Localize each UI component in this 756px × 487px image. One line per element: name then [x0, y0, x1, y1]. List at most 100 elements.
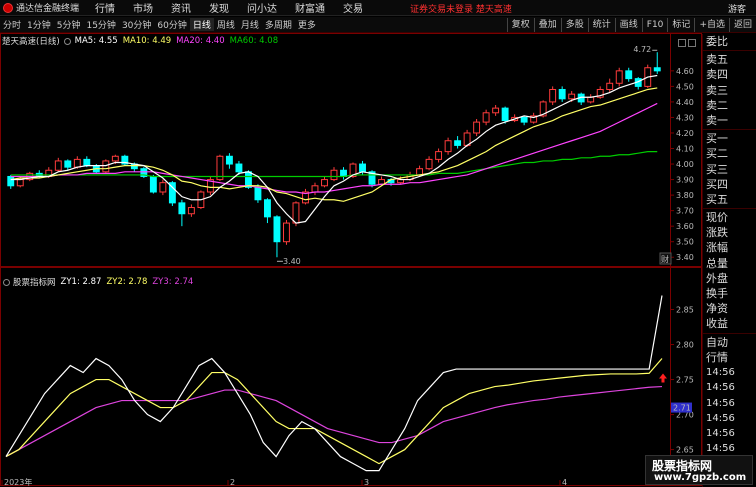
- quote-label-13: 涨幅: [706, 241, 728, 255]
- trade-time-0: 14:56: [706, 366, 735, 378]
- tab-intraday[interactable]: 分时: [0, 18, 24, 31]
- multi-stock-button[interactable]: 多股: [560, 18, 588, 32]
- candle-body: [501, 107, 509, 122]
- tab-more[interactable]: 更多: [295, 18, 319, 31]
- candle-body: [435, 151, 443, 160]
- back-button[interactable]: 返回: [728, 18, 756, 32]
- candle-body: [149, 175, 157, 193]
- candle-body: [64, 160, 72, 168]
- candle-body: [625, 70, 633, 80]
- candle-body: [568, 93, 576, 100]
- ma60-label: MA60: 4.08: [229, 36, 279, 46]
- candle-body: [111, 155, 119, 162]
- candle-body: [264, 199, 271, 218]
- sub-panel-frame: [0, 267, 702, 486]
- right-toolbar: 复权 叠加 多股 统计 画线 F10 标记 +自选 返回: [506, 17, 756, 33]
- candle-body: [16, 179, 24, 187]
- quote-label-19: 自动: [706, 335, 728, 349]
- candle-body: [73, 158, 81, 168]
- indicator-tick-label: 2.65: [676, 446, 694, 455]
- value-marker: 2.71: [673, 404, 691, 413]
- quote-label-12: 涨跌: [706, 226, 728, 240]
- candle-body: [473, 121, 481, 134]
- candle-body: [273, 216, 281, 243]
- quote-label-16: 换手: [706, 287, 728, 300]
- candle-body: [425, 158, 433, 170]
- mark-button[interactable]: 标记: [667, 18, 694, 32]
- candle-body: [187, 207, 195, 215]
- quote-separator: [703, 129, 756, 131]
- menu-wealth[interactable]: 财富通: [295, 0, 325, 15]
- login-alert[interactable]: 证券交易未登录 楚天高速: [410, 2, 512, 15]
- site-watermark: 股票指标网 www.7gpzb.com: [645, 455, 753, 485]
- tab-5min[interactable]: 5分钟: [54, 18, 84, 31]
- candle-body: [283, 222, 290, 243]
- quote-separator: [703, 208, 756, 210]
- menu-market[interactable]: 市场: [133, 0, 153, 15]
- quote-label-6: 买一: [706, 132, 728, 146]
- tab-weekly[interactable]: 周线: [214, 18, 238, 31]
- high-price-label: 4.72: [633, 45, 651, 54]
- quote-label-20: 行情: [706, 350, 728, 364]
- settings-icon[interactable]: [63, 37, 71, 45]
- kline-chart[interactable]: 4.60 4.50 4.40 4.30 4.20 4.10 4.00 3.90 3.80 3.70…: [0, 33, 702, 487]
- app-logo-icon: [3, 2, 13, 13]
- adjust-button[interactable]: 复权: [506, 18, 534, 32]
- guest-label[interactable]: 游客: [728, 2, 746, 15]
- trade-time-3: 14:56: [706, 412, 735, 424]
- quote-label-10: 买五: [706, 192, 728, 206]
- candle-body: [178, 202, 186, 215]
- expand-icon[interactable]: [678, 39, 686, 47]
- tab-30min[interactable]: 30分钟: [119, 18, 154, 31]
- menu-quotes[interactable]: 行情: [95, 0, 115, 15]
- finance-badge: 财: [661, 254, 669, 264]
- add-watchlist-button[interactable]: +自选: [694, 18, 729, 32]
- zy2-line: [5, 358, 663, 465]
- quote-separator: [703, 50, 756, 52]
- candle-body: [520, 116, 528, 123]
- menu-news[interactable]: 资讯: [171, 0, 191, 15]
- indicator-settings-icon[interactable]: [3, 278, 10, 286]
- tab-60min[interactable]: 60分钟: [154, 18, 189, 31]
- date-label: 3: [364, 478, 369, 487]
- price-tick-label: 4.40: [676, 98, 694, 107]
- main-panel-frame: [0, 33, 702, 267]
- quote-label-9: 买四: [706, 177, 728, 191]
- candle-body: [7, 175, 15, 187]
- price-tick-label: 4.30: [676, 113, 694, 122]
- close-icon[interactable]: [688, 39, 696, 47]
- trade-time-4: 14:56: [706, 428, 735, 440]
- f10-button[interactable]: F10: [641, 18, 668, 32]
- tab-multi-period[interactable]: 多周期: [262, 18, 295, 31]
- quote-panel: 委比 卖五 卖四 卖三 卖二 卖一 买一 买二 买三 买四 买五 现价 涨跌 涨幅 总量 外盘 换手 净资 收益 自动…: [702, 34, 756, 487]
- quote-label-3: 卖三: [706, 83, 728, 97]
- candle-body: [606, 82, 614, 90]
- candle-body: [454, 140, 462, 146]
- price-tick-label: 3.80: [676, 191, 694, 200]
- statistics-button[interactable]: 统计: [587, 18, 615, 32]
- candle-body: [292, 202, 300, 224]
- ma10-label: MA10: 4.49: [122, 36, 172, 46]
- zy3-line: [5, 385, 663, 458]
- tab-monthly[interactable]: 月线: [238, 18, 262, 31]
- overlay-button[interactable]: 叠加: [533, 18, 561, 32]
- indicator-tick-label: 2.80: [676, 341, 694, 350]
- candle-body: [359, 163, 366, 173]
- candle-body: [330, 169, 338, 181]
- menu-trade[interactable]: 交易: [343, 0, 363, 15]
- tab-daily[interactable]: 日线: [189, 18, 214, 31]
- menu-ask[interactable]: 问小达: [247, 0, 277, 15]
- tab-1min[interactable]: 1分钟: [24, 18, 54, 31]
- candle-body: [378, 179, 385, 185]
- zy1-line: [5, 295, 663, 472]
- price-tick-label: 3.60: [676, 222, 694, 231]
- tab-15min[interactable]: 15分钟: [83, 18, 118, 31]
- menu-discover[interactable]: 发现: [209, 0, 229, 15]
- quote-label-11: 现价: [706, 211, 728, 225]
- date-label: 2023年: [4, 477, 32, 487]
- candle-body: [225, 155, 233, 165]
- quote-label-1: 卖五: [706, 53, 728, 67]
- menu-bar: 通达信金融终端 行情 市场 资讯 发现 问小达 财富通 交易 证券交易未登录 楚…: [0, 0, 756, 16]
- price-tick-label: 3.70: [676, 207, 694, 216]
- draw-line-button[interactable]: 画线: [614, 18, 642, 32]
